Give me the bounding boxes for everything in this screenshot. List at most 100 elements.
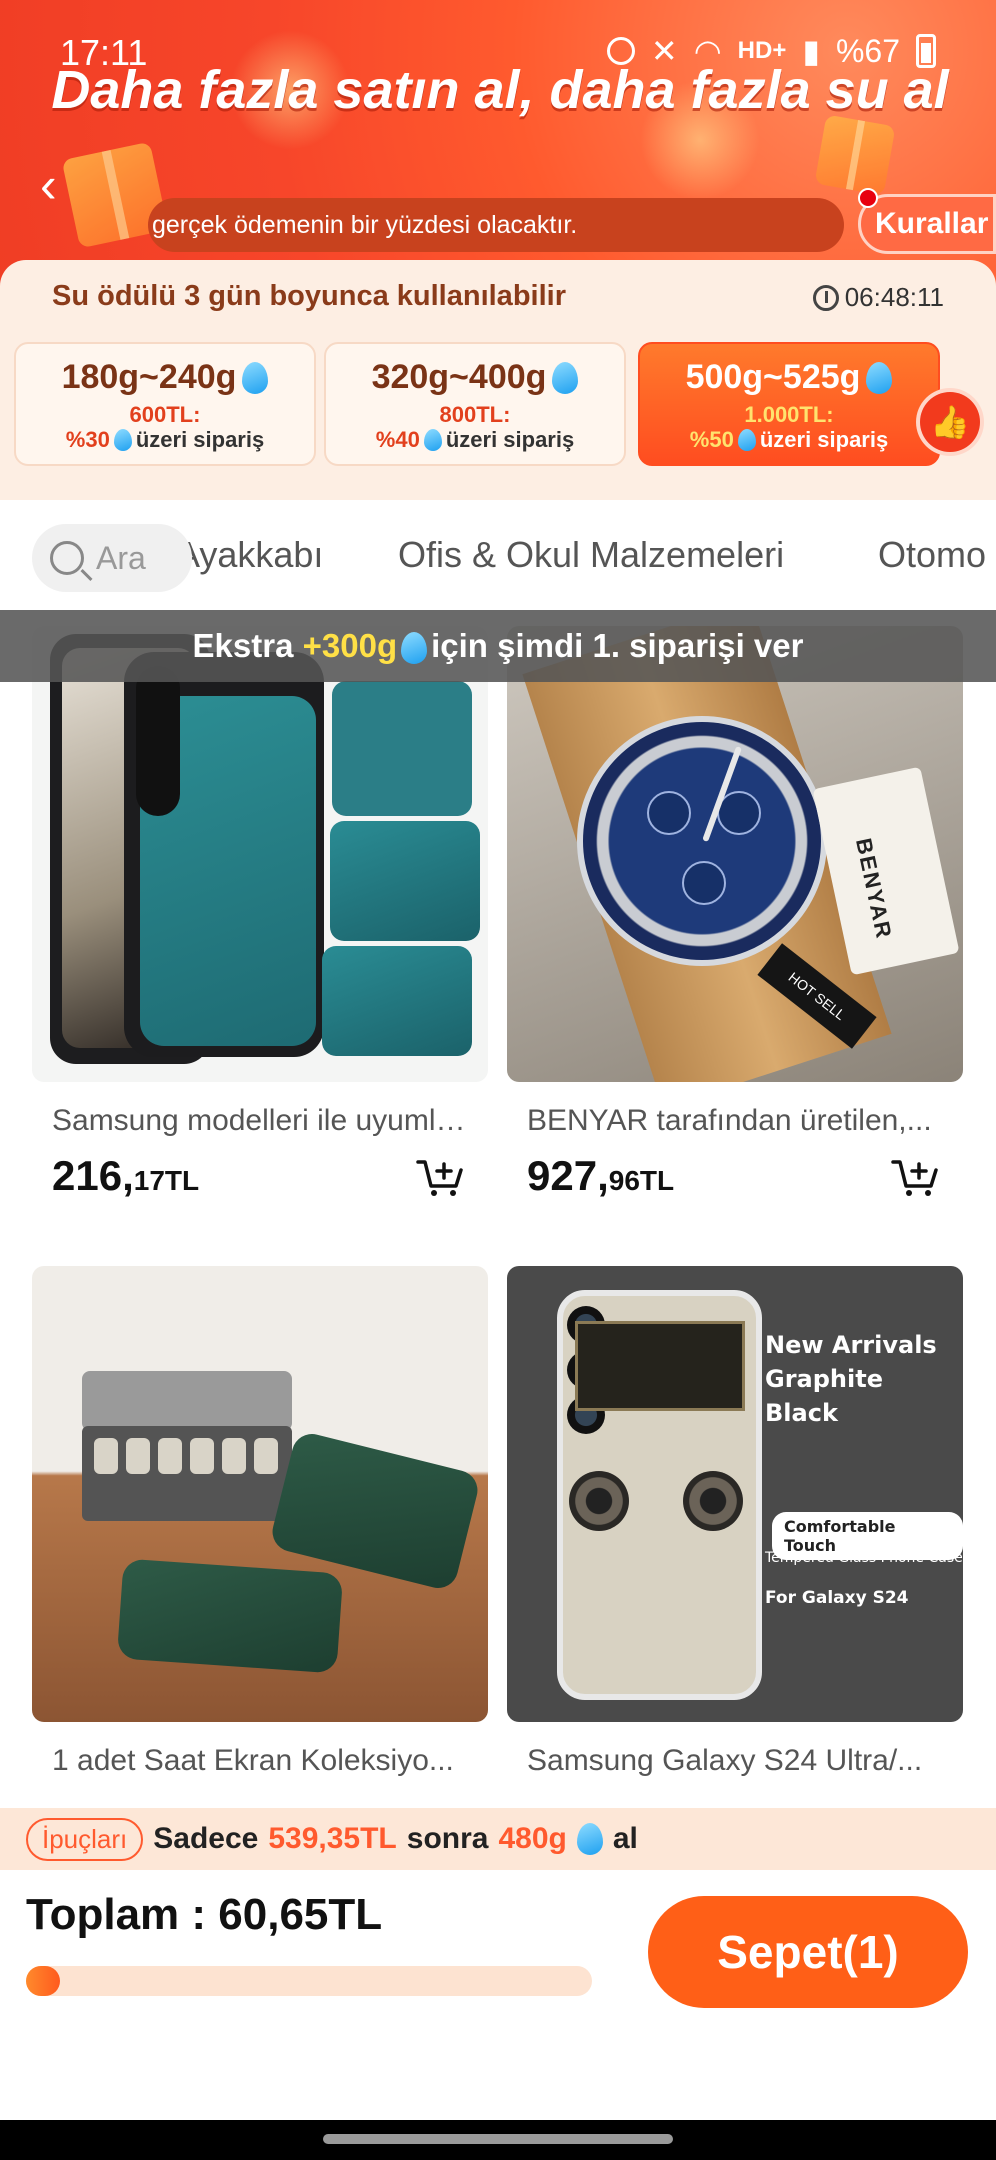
- case-stand: [330, 821, 480, 941]
- box-watch: [94, 1438, 118, 1474]
- case-flat: [322, 946, 472, 1056]
- clock-icon: [812, 284, 839, 311]
- product-image: [32, 1266, 488, 1722]
- home-indicator[interactable]: [323, 2134, 673, 2144]
- reward-tier-1[interactable]: 180g~240g 600TL: %30 üzeri sipariş: [14, 342, 316, 466]
- image-line: Graphite Black: [765, 1365, 883, 1427]
- reward-tiers: 180g~240g 600TL: %30 üzeri sipariş 320g~4…: [14, 342, 980, 468]
- box-watch: [126, 1438, 150, 1474]
- product-price: 216,17TL: [32, 1152, 488, 1204]
- search-placeholder: Ara: [96, 539, 146, 576]
- total-amount: Toplam : 60,65TL: [26, 1890, 383, 1939]
- speaker-graphic: [683, 1471, 743, 1531]
- product-image: New Arrivals Graphite Black Comfortable …: [507, 1266, 963, 1722]
- box-lid: [82, 1371, 292, 1431]
- promo-header: 17:11 ✕ ◠ HD+ ▮ %67 Daha fazla satın al,…: [0, 0, 996, 500]
- box-watch: [222, 1438, 246, 1474]
- product-card[interactable]: Samsung modelleri ile uyumlu... 216,17TL: [32, 626, 488, 1204]
- wallet-open: [332, 681, 472, 816]
- marquee-text: gerçek ödemenin bir yüzdesi olacaktır.: [148, 198, 844, 252]
- tier-water: 500g~525g: [685, 358, 861, 396]
- water-drop-icon: [552, 361, 579, 394]
- box-watch: [254, 1438, 278, 1474]
- tab-otomotiv[interactable]: Otomo: [878, 534, 986, 576]
- water-drop-icon: [576, 1823, 603, 1855]
- reward-tier-3[interactable]: 500g~525g 1.000TL: %50 üzeri sipariş: [638, 342, 940, 466]
- product-title: 1 adet Saat Ekran Koleksiyo...: [52, 1744, 454, 1777]
- system-nav-bar: [0, 2120, 996, 2160]
- tier-price: 1.000TL:: [744, 402, 834, 427]
- radio-display: [575, 1321, 745, 1411]
- box-watch: [158, 1438, 182, 1474]
- image-model: For Galaxy S24: [765, 1588, 909, 1608]
- watch-face: [577, 716, 827, 966]
- reward-tier-2[interactable]: 320g~400g 800TL: %40 üzeri sipariş: [324, 342, 626, 466]
- speaker-graphic: [569, 1471, 629, 1531]
- promo-amount: +300g: [302, 627, 398, 664]
- price-decimal: 96TL: [608, 1165, 675, 1196]
- progress-bar: [26, 1966, 592, 1996]
- price-decimal: 17TL: [133, 1165, 200, 1196]
- tips-middle: sonra: [406, 1822, 489, 1855]
- gift-box-decoration: [814, 114, 896, 196]
- tier-water: 320g~400g: [371, 358, 547, 396]
- tier-percent: %40: [375, 427, 420, 452]
- thumbs-up-icon: 👍: [920, 392, 980, 452]
- tier-price: 600TL:: [129, 402, 201, 427]
- price-integer: 216,: [52, 1152, 134, 1199]
- tips-label: İpuçları: [26, 1817, 144, 1861]
- tips-water: 480g: [498, 1822, 567, 1855]
- tips-prefix: Sadece: [153, 1822, 259, 1855]
- box-watch: [190, 1438, 214, 1474]
- tier-condition: üzeri sipariş: [445, 427, 575, 452]
- rules-button[interactable]: Kurallar: [858, 194, 996, 254]
- reward-title: Su ödülü 3 gün boyunca kullanılabilir: [52, 280, 566, 312]
- product-title: BENYAR tarafından üretilen,...: [527, 1104, 932, 1137]
- tier-condition: üzeri sipariş: [135, 427, 265, 452]
- image-headline: New Arrivals Graphite Black: [765, 1328, 963, 1430]
- camera-module: [136, 666, 180, 816]
- watch-subdial: [682, 861, 726, 905]
- product-image: BENYAR HOT SELL: [507, 626, 963, 1082]
- page-title: Daha fazla satın al, daha fazla su al: [51, 60, 949, 120]
- water-drop-icon: [401, 632, 428, 665]
- back-arrow-icon[interactable]: ‹: [40, 160, 80, 216]
- water-drop-icon: [866, 361, 893, 394]
- product-price: 927,96TL: [507, 1152, 963, 1204]
- tab-ayakkabi[interactable]: Ayakkabı: [176, 534, 323, 576]
- image-subtitle: Tempered Glass Phone Case: [765, 1550, 963, 1566]
- promo-prefix: Ekstra: [192, 627, 294, 664]
- water-drop-icon: [737, 429, 756, 451]
- tier-percent: %50: [689, 427, 734, 452]
- add-to-cart-icon[interactable]: [891, 1158, 939, 1198]
- add-to-cart-icon[interactable]: [416, 1158, 464, 1198]
- product-image: [32, 626, 488, 1082]
- product-title: Samsung Galaxy S24 Ultra/...: [527, 1744, 923, 1777]
- water-drop-icon: [113, 429, 132, 451]
- tips-bar: İpuçları Sadece 539,35TL sonra 480g al: [0, 1808, 996, 1870]
- product-card[interactable]: 1 adet Saat Ekran Koleksiyo...: [32, 1266, 488, 1778]
- product-card[interactable]: BENYAR HOT SELL BENYAR tarafından üretil…: [507, 626, 963, 1204]
- product-title: Samsung modelleri ile uyumlu...: [52, 1104, 472, 1137]
- search-icon: [50, 541, 84, 575]
- notification-dot: [858, 188, 878, 208]
- tab-ofis-okul[interactable]: Ofis & Okul Malzemeleri: [398, 534, 784, 576]
- travel-case: [268, 1429, 482, 1593]
- water-drop-icon: [242, 361, 269, 394]
- tier-condition: üzeri sipariş: [759, 427, 889, 452]
- cart-button[interactable]: Sepet(1): [648, 1896, 968, 2008]
- search-button[interactable]: Ara: [32, 524, 192, 592]
- tips-amount: 539,35TL: [268, 1822, 397, 1855]
- first-order-banner[interactable]: Ekstra +300g için şimdi 1. siparişi ver: [0, 610, 996, 682]
- progress-fill: [26, 1966, 60, 1996]
- tier-price: 800TL:: [439, 402, 511, 427]
- product-card[interactable]: New Arrivals Graphite Black Comfortable …: [507, 1266, 963, 1778]
- water-drop-icon: [423, 429, 442, 451]
- checkout-bar: Toplam : 60,65TL Sepet(1): [0, 1870, 996, 2120]
- watch-subdial: [647, 791, 691, 835]
- tier-water: 180g~240g: [61, 358, 237, 396]
- image-line: New Arrivals: [765, 1331, 937, 1359]
- tips-suffix: al: [612, 1822, 638, 1855]
- travel-case: [116, 1558, 344, 1674]
- tier-percent: %30: [65, 427, 110, 452]
